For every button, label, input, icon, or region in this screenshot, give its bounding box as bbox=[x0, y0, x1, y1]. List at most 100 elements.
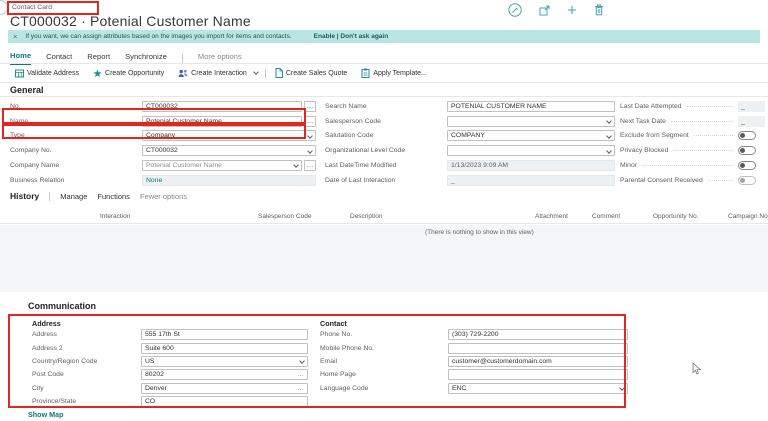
history-empty-area bbox=[0, 225, 768, 292]
page-title: CT000032 · Potenial Customer Name bbox=[10, 13, 251, 29]
apply-template-button[interactable]: Apply Template... bbox=[354, 68, 434, 78]
no-assist-edit-button[interactable]: … bbox=[304, 100, 316, 112]
general-left-column: No. CT000032 … Name Potenial Customer Na… bbox=[10, 99, 316, 188]
name-assist-edit-button[interactable]: … bbox=[304, 115, 316, 127]
create-opportunity-button[interactable]: Create Opportunity bbox=[86, 69, 171, 78]
general-right-column: Last Date Attempted _ Next Task Date _ E… bbox=[620, 99, 765, 188]
field-row-home-page: Home Page bbox=[320, 368, 628, 381]
salesperson-code-select[interactable] bbox=[447, 115, 615, 127]
field-row-type: Type Company bbox=[10, 129, 316, 144]
privacy-blocked-toggle[interactable] bbox=[738, 146, 756, 156]
history-manage-button[interactable]: Manage bbox=[60, 192, 87, 201]
chevron-down-icon bbox=[307, 133, 313, 139]
history-fewer-options-button[interactable]: Fewer options bbox=[140, 192, 187, 201]
column-attachment[interactable]: Attachment bbox=[535, 213, 568, 220]
column-salesperson-code[interactable]: Salesperson Code bbox=[258, 213, 311, 220]
business-relation-value[interactable]: None bbox=[142, 174, 316, 186]
dismiss-notification-icon[interactable]: × bbox=[13, 32, 17, 41]
field-row-country-region-code: Country/Region Code US bbox=[32, 355, 308, 368]
general-heading[interactable]: General bbox=[10, 85, 44, 95]
chevron-down-icon bbox=[606, 147, 612, 154]
field-row-next-task-date: Next Task Date _ bbox=[620, 114, 765, 129]
mouse-cursor bbox=[692, 362, 702, 380]
column-opportunity-no[interactable]: Opportunity No. bbox=[653, 213, 699, 220]
field-row-last-date-attempted: Last Date Attempted _ bbox=[620, 99, 765, 114]
province-state-input[interactable]: CO bbox=[141, 396, 308, 408]
no-input[interactable]: CT000032 bbox=[142, 100, 302, 112]
field-row-company-name: Company Name Potenial Customer Name … bbox=[10, 158, 316, 173]
chevron-down-icon bbox=[293, 162, 299, 169]
field-row-last-datetime-modified: Last DateTime Modified 1/13/2023 9:09 AM bbox=[325, 158, 615, 173]
company-name-select[interactable]: Potenial Customer Name bbox=[142, 159, 302, 171]
create-interaction-dropdown-icon[interactable] bbox=[252, 69, 259, 75]
organizational-level-code-select[interactable] bbox=[447, 145, 615, 157]
column-description[interactable]: Description bbox=[350, 213, 383, 220]
toolbar-divider bbox=[264, 68, 266, 78]
history-heading[interactable]: History bbox=[10, 191, 39, 201]
field-row-search-name: Search Name POTENIAL CUSTOMER NAME bbox=[325, 99, 615, 114]
salutation-code-select[interactable]: COMPANY bbox=[447, 130, 615, 142]
mobile-phone-no-input[interactable] bbox=[448, 342, 628, 354]
add-icon[interactable] bbox=[567, 5, 577, 15]
type-select[interactable]: Company bbox=[142, 130, 316, 142]
back-icon[interactable] bbox=[0, 0, 8, 15]
post-code-lookup-icon[interactable]: … bbox=[297, 371, 304, 378]
chevron-down-icon bbox=[307, 147, 313, 154]
field-row-province-state: Province/State CO bbox=[32, 395, 308, 408]
create-interaction-button[interactable]: Create Interaction bbox=[171, 69, 254, 78]
minor-toggle[interactable] bbox=[738, 160, 756, 170]
history-empty-text: (There is nothing to show in this view) bbox=[425, 229, 534, 236]
notification-bar: × If you want, we can assign attributes … bbox=[8, 30, 760, 43]
field-row-salutation-code: Salutation Code COMPANY bbox=[325, 129, 615, 144]
create-sales-quote-button[interactable]: Create Sales Quote bbox=[268, 68, 354, 78]
name-input[interactable]: Potenial Customer Name bbox=[142, 115, 302, 127]
open-in-window-icon[interactable] bbox=[539, 5, 550, 16]
history-functions-button[interactable]: Functions bbox=[97, 192, 130, 201]
communication-heading[interactable]: Communication bbox=[28, 301, 96, 311]
show-map-link[interactable]: Show Map bbox=[28, 410, 64, 419]
language-code-select[interactable]: ENC bbox=[448, 382, 628, 394]
field-row-language-code: Language Code ENC bbox=[320, 382, 628, 395]
delete-icon[interactable] bbox=[594, 4, 604, 16]
company-name-assist-edit-button[interactable]: … bbox=[304, 159, 316, 171]
field-row-date-of-last-interaction: Date of Last Interaction _ bbox=[325, 173, 615, 188]
exclude-from-segment-toggle[interactable] bbox=[738, 131, 756, 141]
field-row-address-2: Address 2 Suite 600 bbox=[32, 341, 308, 354]
field-row-parental-consent-received: Parental Consent Received bbox=[620, 173, 765, 188]
date-of-last-interaction-value: _ bbox=[447, 174, 615, 186]
field-row-company-no: Company No. CT000032 bbox=[10, 143, 316, 158]
tabs-divider bbox=[181, 53, 183, 63]
search-name-input[interactable]: POTENIAL CUSTOMER NAME bbox=[447, 100, 615, 112]
field-row-city: City Denver… bbox=[32, 382, 308, 395]
phone-no-input[interactable]: (303) 729-2200 bbox=[448, 329, 628, 341]
contact-card-page: Contact Card CT000032 · Potenial Custome… bbox=[0, 0, 768, 421]
toolbar: Validate Address Create Opportunity Crea… bbox=[8, 66, 434, 80]
address-group-heading: Address bbox=[32, 319, 61, 328]
toolbar-rule bbox=[0, 82, 768, 83]
general-rule bbox=[0, 96, 768, 97]
communication-contact-column: Phone No. (303) 729-2200 Mobile Phone No… bbox=[320, 328, 628, 395]
validate-address-icon bbox=[15, 69, 24, 77]
validate-address-button[interactable]: Validate Address bbox=[8, 69, 86, 78]
post-code-input[interactable]: 80202… bbox=[141, 369, 308, 381]
next-task-date-value: _ bbox=[738, 115, 765, 127]
city-input[interactable]: Denver… bbox=[141, 382, 308, 394]
field-row-minor: Minor bbox=[620, 158, 765, 173]
chevron-down-icon bbox=[619, 385, 625, 392]
address-2-input[interactable]: Suite 600 bbox=[141, 342, 308, 354]
column-campaign-no[interactable]: Campaign No. bbox=[728, 213, 768, 220]
home-page-input[interactable] bbox=[448, 369, 628, 381]
field-row-salesperson-code: Salesperson Code bbox=[325, 114, 615, 129]
chevron-down-icon bbox=[299, 358, 305, 365]
column-comment[interactable]: Comment bbox=[592, 213, 620, 220]
parental-consent-received-toggle bbox=[738, 175, 756, 185]
edit-icon[interactable] bbox=[508, 3, 522, 17]
country-region-code-select[interactable]: US bbox=[141, 355, 308, 367]
address-input[interactable]: 555 17th St bbox=[141, 329, 308, 341]
city-lookup-icon[interactable]: … bbox=[297, 385, 304, 392]
notification-actions[interactable]: Enable | Don't ask again bbox=[314, 33, 389, 40]
email-input[interactable]: customer@customerdomain.com bbox=[448, 355, 628, 367]
column-interaction[interactable]: Interaction bbox=[100, 213, 130, 220]
company-no-select[interactable]: CT000032 bbox=[142, 145, 316, 157]
header-actions bbox=[508, 3, 604, 17]
